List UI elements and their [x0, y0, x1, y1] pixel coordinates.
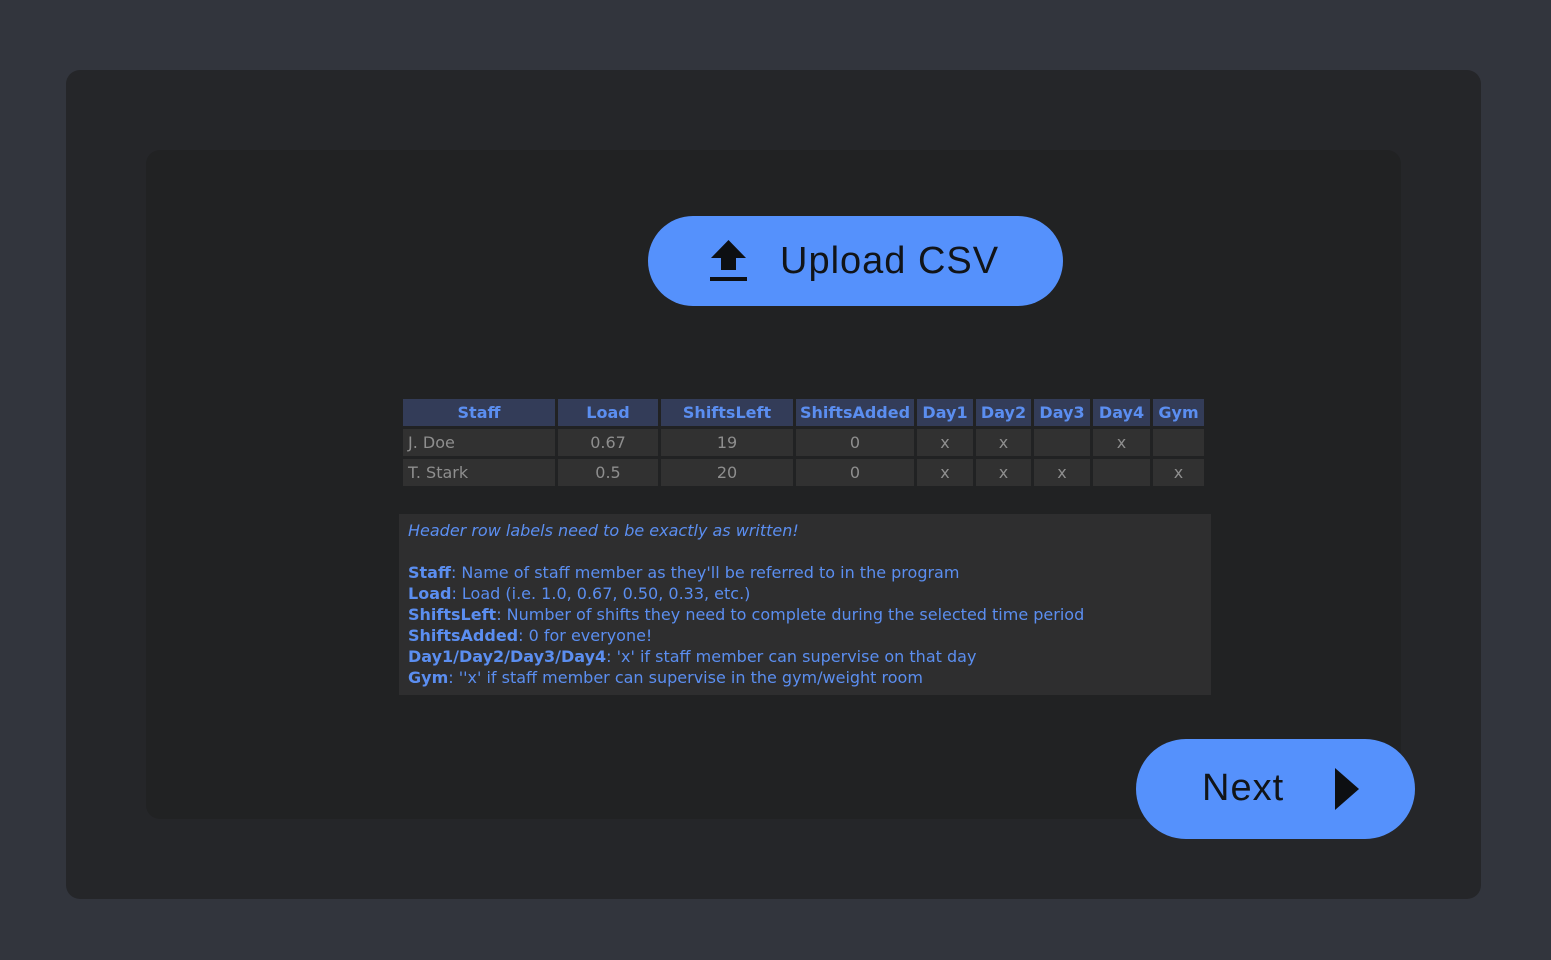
column-header-shiftsleft: ShiftsLeft: [661, 399, 793, 426]
table-cell: [1034, 429, 1090, 456]
instruction-text: : 'x' if staff member can supervise on t…: [606, 647, 977, 666]
column-header-day2: Day2: [976, 399, 1031, 426]
column-header-day1: Day1: [917, 399, 973, 426]
instruction-line-gym: Gym: ''x' if staff member can supervise …: [408, 667, 1202, 688]
table-cell: 0.67: [558, 429, 658, 456]
play-arrow-icon: [1335, 768, 1359, 810]
upload-csv-label: Upload CSV: [780, 240, 1000, 282]
instruction-line-shiftsleft: ShiftsLeft: Number of shifts they need t…: [408, 604, 1202, 625]
example-csv-table: Staff Load ShiftsLeft ShiftsAdded Day1 D…: [400, 396, 1207, 489]
instruction-line-load: Load: Load (i.e. 1.0, 0.67, 0.50, 0.33, …: [408, 583, 1202, 604]
table-cell: 0: [796, 459, 914, 486]
instruction-key: ShiftsLeft: [408, 605, 497, 624]
upload-icon: [710, 240, 747, 281]
instruction-text: : ''x' if staff member can supervise in …: [448, 668, 923, 687]
instruction-key: ShiftsAdded: [408, 626, 519, 645]
column-header-load: Load: [558, 399, 658, 426]
next-button[interactable]: Next: [1136, 739, 1415, 839]
table-cell: x: [976, 459, 1031, 486]
instruction-key: Load: [408, 584, 452, 603]
instruction-key: Day1/Day2/Day3/Day4: [408, 647, 607, 666]
instructions-box: Header row labels need to be exactly as …: [399, 514, 1211, 695]
column-header-shiftsadded: ShiftsAdded: [796, 399, 914, 426]
table-cell: x: [917, 459, 973, 486]
table-cell: J. Doe: [403, 429, 555, 456]
upload-csv-button[interactable]: Upload CSV: [648, 216, 1063, 306]
instruction-text: : Number of shifts they need to complete…: [496, 605, 1085, 624]
table-cell: x: [917, 429, 973, 456]
instruction-line-shiftsadded: ShiftsAdded: 0 for everyone!: [408, 625, 1202, 646]
table-cell: x: [976, 429, 1031, 456]
table-cell: 0: [796, 429, 914, 456]
next-label: Next: [1202, 767, 1285, 809]
instruction-text: : Name of staff member as they'll be ref…: [450, 563, 960, 582]
column-header-day3: Day3: [1034, 399, 1090, 426]
table-cell: x: [1093, 429, 1150, 456]
instruction-key: Gym: [408, 668, 449, 687]
column-header-staff: Staff: [403, 399, 555, 426]
instruction-text: : Load (i.e. 1.0, 0.67, 0.50, 0.33, etc.…: [451, 584, 751, 603]
instruction-text: : 0 for everyone!: [518, 626, 653, 645]
table-cell: 20: [661, 459, 793, 486]
table-header-row: Staff Load ShiftsLeft ShiftsAdded Day1 D…: [403, 399, 1204, 426]
instruction-line-days: Day1/Day2/Day3/Day4: 'x' if staff member…: [408, 646, 1202, 667]
instruction-line-staff: Staff: Name of staff member as they'll b…: [408, 562, 1202, 583]
table-cell: [1153, 429, 1204, 456]
table-cell: x: [1034, 459, 1090, 486]
table-cell: 0.5: [558, 459, 658, 486]
table-cell: x: [1153, 459, 1204, 486]
column-header-day4: Day4: [1093, 399, 1150, 426]
table-row: J. Doe 0.67 19 0 x x x: [403, 429, 1204, 456]
table-cell: [1093, 459, 1150, 486]
column-header-gym: Gym: [1153, 399, 1204, 426]
table-row: T. Stark 0.5 20 0 x x x x: [403, 459, 1204, 486]
table-cell: T. Stark: [403, 459, 555, 486]
instruction-key: Staff: [408, 563, 451, 582]
header-note: Header row labels need to be exactly as …: [408, 521, 799, 540]
table-cell: 19: [661, 429, 793, 456]
